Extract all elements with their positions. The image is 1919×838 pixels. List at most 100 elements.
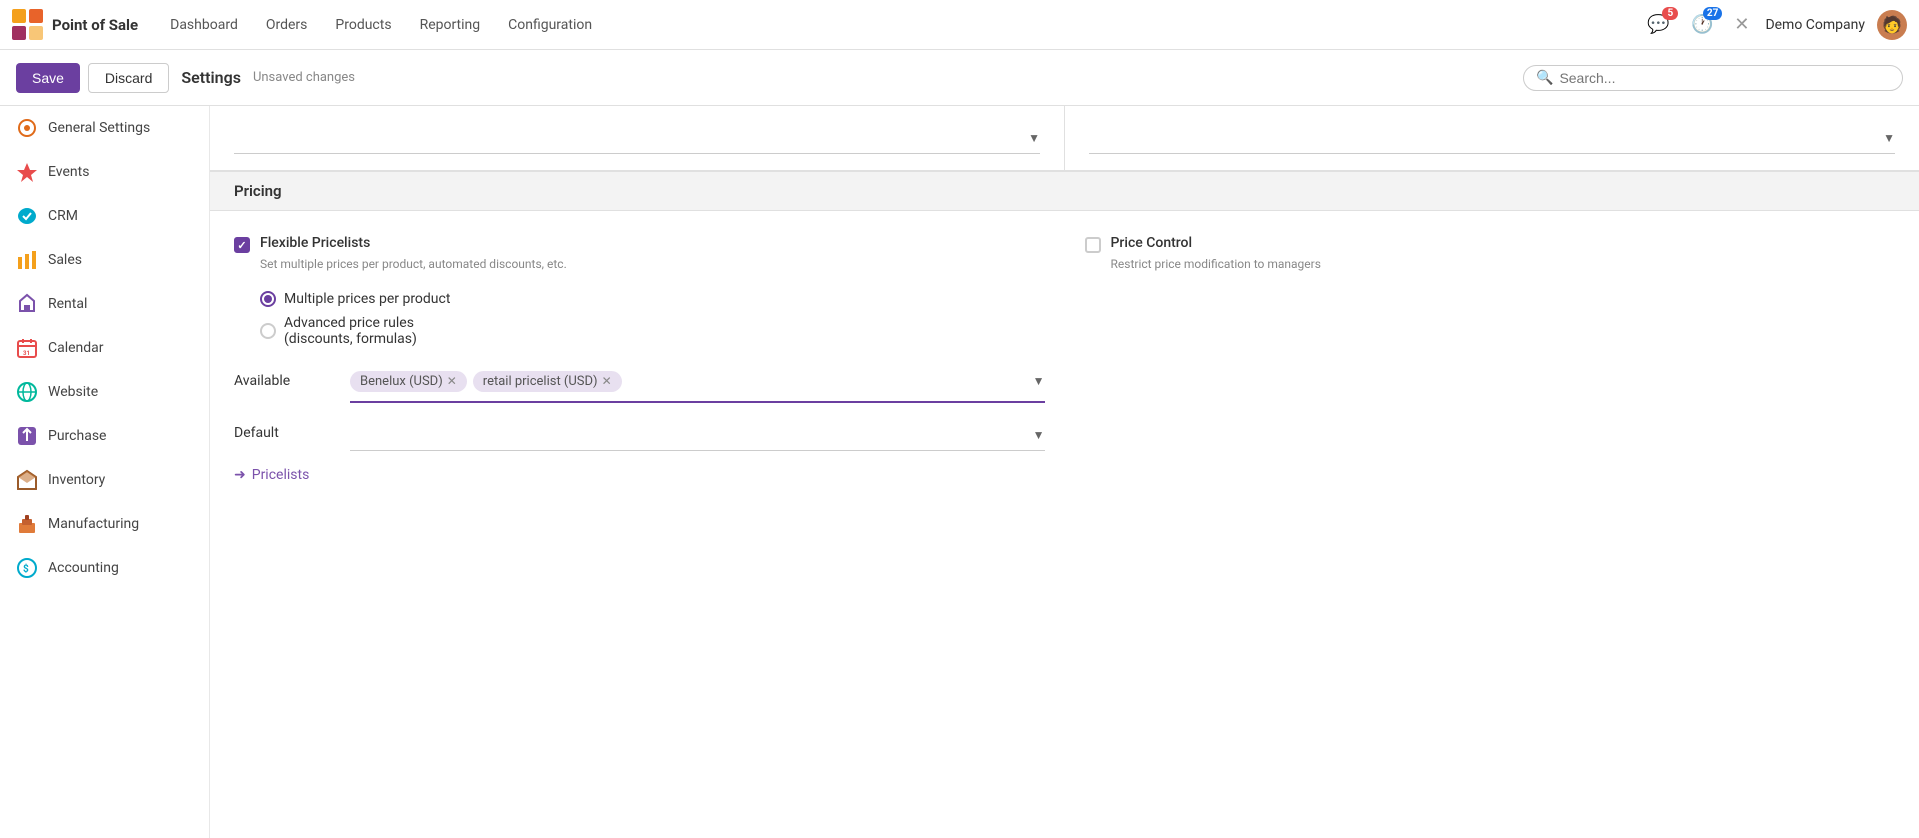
available-tags-container: Benelux (USD) ✕ retail pricelist (USD) ✕… [350, 367, 1045, 403]
default-dropdown[interactable]: ▼ [350, 419, 1045, 451]
content-area: ▼ ▼ Pricing Fl [210, 106, 1919, 838]
sidebar-item-rental[interactable]: Rental [0, 282, 209, 326]
sidebar-item-purchase[interactable]: Purchase [0, 414, 209, 458]
pricing-section-header: Pricing [210, 171, 1919, 211]
chat-icon-btn[interactable]: 💬 5 [1642, 9, 1674, 41]
sidebar-item-events[interactable]: Events [0, 150, 209, 194]
radio-advanced-rules-btn[interactable] [260, 323, 276, 339]
flexible-pricelists-desc: Set multiple prices per product, automat… [260, 257, 1045, 271]
discard-button[interactable]: Discard [88, 63, 169, 93]
dropdown-col-left: ▼ [210, 106, 1065, 170]
calendar-icon: 31 [16, 337, 38, 359]
price-control-checkbox[interactable] [1085, 237, 1101, 253]
left-dropdown-arrow: ▼ [1028, 131, 1040, 145]
top-nav: Point of Sale Dashboard Orders Products … [0, 0, 1919, 50]
sidebar-label-events: Events [48, 164, 89, 180]
sidebar-item-general-settings[interactable]: General Settings [0, 106, 209, 150]
radio-multiple-prices-btn[interactable] [260, 291, 276, 307]
tag-retail-label: retail pricelist (USD) [483, 374, 598, 389]
search-icon: 🔍 [1536, 70, 1553, 86]
crm-icon [16, 205, 38, 227]
default-row: Default ▼ [234, 419, 1045, 451]
main-layout: General Settings Events CRM Sales [0, 106, 1919, 838]
sidebar-label-website: Website [48, 384, 98, 400]
pricing-top-row: Flexible Pricelists Set multiple prices … [234, 235, 1895, 483]
price-control-header: Price Control [1085, 235, 1896, 253]
sidebar-label-manufacturing: Manufacturing [48, 516, 139, 532]
tag-benelux-close[interactable]: ✕ [447, 374, 457, 388]
page-title: Settings [181, 68, 241, 87]
sidebar-item-calendar[interactable]: 31 Calendar [0, 326, 209, 370]
flexible-pricelists-col: Flexible Pricelists Set multiple prices … [234, 235, 1045, 483]
sidebar-label-inventory: Inventory [48, 472, 105, 488]
action-bar: Save Discard Settings Unsaved changes 🔍 [0, 50, 1919, 106]
sidebar-item-sales[interactable]: Sales [0, 238, 209, 282]
price-control-desc: Restrict price modification to managers [1111, 257, 1896, 271]
price-control-item: Price Control Restrict price modificatio… [1085, 235, 1896, 271]
default-label: Default [234, 419, 334, 441]
tags-input[interactable]: Benelux (USD) ✕ retail pricelist (USD) ✕… [350, 367, 1045, 403]
tag-benelux-label: Benelux (USD) [360, 374, 443, 389]
default-dropdown-arrow: ▼ [1033, 428, 1045, 442]
pricelists-link-label: Pricelists [252, 467, 310, 483]
sidebar-item-crm[interactable]: CRM [0, 194, 209, 238]
nav-configuration[interactable]: Configuration [496, 11, 604, 39]
sidebar-label-crm: CRM [48, 208, 78, 224]
tag-benelux: Benelux (USD) ✕ [350, 371, 467, 392]
search-bar[interactable]: 🔍 [1523, 65, 1903, 91]
right-dropdown[interactable]: ▼ [1089, 122, 1895, 154]
svg-text:$: $ [23, 562, 29, 575]
nav-dashboard[interactable]: Dashboard [158, 11, 250, 39]
radio-multiple-prices[interactable]: Multiple prices per product [260, 291, 1045, 307]
price-control-col: Price Control Restrict price modificatio… [1085, 235, 1896, 483]
close-icon-btn[interactable]: ✕ [1730, 10, 1753, 39]
sidebar-label-purchase: Purchase [48, 428, 106, 444]
tags-dropdown-arrow: ▼ [1033, 374, 1045, 388]
sidebar-label-general-settings: General Settings [48, 120, 150, 136]
inventory-icon [16, 469, 38, 491]
save-button[interactable]: Save [16, 63, 80, 93]
sidebar: General Settings Events CRM Sales [0, 106, 210, 838]
app-name-label: Point of Sale [52, 16, 138, 34]
unsaved-changes-label: Unsaved changes [253, 70, 355, 85]
nav-reporting[interactable]: Reporting [408, 11, 493, 39]
tag-retail-close[interactable]: ✕ [602, 374, 612, 388]
app-logo[interactable]: Point of Sale [12, 9, 138, 41]
search-input[interactable] [1559, 70, 1890, 86]
company-name-label[interactable]: Demo Company [1765, 17, 1865, 33]
radio-advanced-rules[interactable]: Advanced price rules(discounts, formulas… [260, 315, 1045, 347]
sidebar-label-rental: Rental [48, 296, 87, 312]
pricing-content: Flexible Pricelists Set multiple prices … [210, 211, 1919, 507]
nav-products[interactable]: Products [323, 11, 403, 39]
pricing-section-title: Pricing [234, 182, 282, 200]
manufacturing-icon [16, 513, 38, 535]
radio-multiple-prices-label: Multiple prices per product [284, 291, 450, 307]
rental-icon [16, 293, 38, 315]
default-dropdown-container: ▼ [350, 419, 1045, 451]
chat-badge: 5 [1662, 7, 1678, 20]
activity-icon-btn[interactable]: 🕐 27 [1686, 9, 1718, 41]
price-control-label: Price Control [1111, 235, 1193, 251]
nav-orders[interactable]: Orders [254, 11, 320, 39]
sidebar-label-calendar: Calendar [48, 340, 104, 356]
left-dropdown[interactable]: ▼ [234, 122, 1040, 154]
sales-icon [16, 249, 38, 271]
app-logo-icon [12, 9, 44, 41]
flexible-pricelists-header: Flexible Pricelists [234, 235, 1045, 253]
sidebar-item-website[interactable]: Website [0, 370, 209, 414]
website-icon [16, 381, 38, 403]
user-avatar[interactable]: 🧑 [1877, 10, 1907, 40]
radio-advanced-rules-label: Advanced price rules(discounts, formulas… [284, 315, 417, 347]
pricelists-arrow-icon: ➜ [234, 467, 246, 483]
pricing-radio-options: Multiple prices per product Advanced pri… [260, 291, 1045, 347]
available-field-container: Available Benelux (USD) ✕ retail priceli… [234, 367, 1045, 483]
dropdown-col-right: ▼ [1065, 106, 1919, 170]
sidebar-item-manufacturing[interactable]: Manufacturing [0, 502, 209, 546]
sidebar-item-accounting[interactable]: $ Accounting [0, 546, 209, 590]
available-row: Available Benelux (USD) ✕ retail priceli… [234, 367, 1045, 403]
tag-retail: retail pricelist (USD) ✕ [473, 371, 622, 392]
sidebar-item-inventory[interactable]: Inventory [0, 458, 209, 502]
flexible-pricelists-label: Flexible Pricelists [260, 235, 370, 251]
pricelists-link[interactable]: ➜ Pricelists [234, 467, 1045, 483]
flexible-pricelists-checkbox[interactable] [234, 237, 250, 253]
